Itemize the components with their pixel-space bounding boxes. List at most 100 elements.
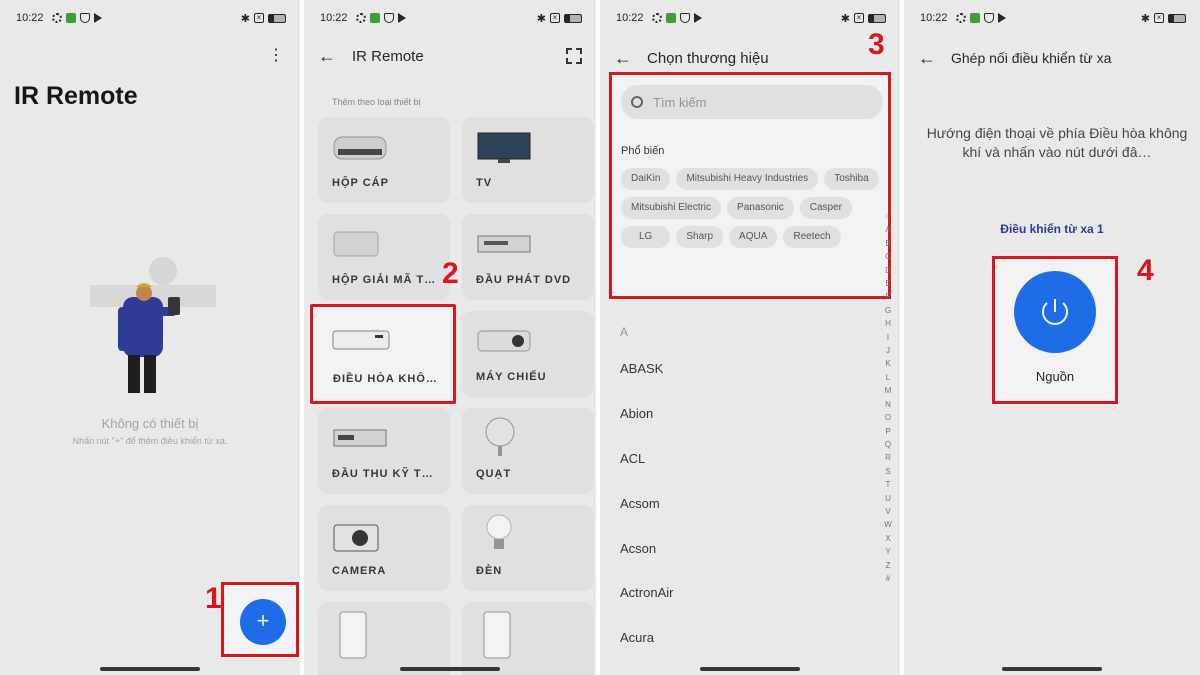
alphabet-index-letter[interactable]: Q	[883, 438, 893, 451]
alphabet-index-letter[interactable]: X	[883, 532, 893, 545]
settings-status-icon	[355, 13, 366, 23]
tile-light[interactable]: ĐÈN	[462, 505, 594, 591]
brand-chip[interactable]: Toshiba	[824, 168, 879, 190]
brand-list-item[interactable]: ACL	[620, 451, 645, 466]
tile-camera[interactable]: CAMERA	[318, 505, 450, 591]
brand-list-item[interactable]: ActronAir	[620, 585, 673, 600]
alphabet-index-letter[interactable]: E	[883, 277, 893, 290]
app-status-icon	[65, 13, 76, 23]
tile-cable-box[interactable]: HỘP CÁP	[318, 117, 450, 203]
brand-chip[interactable]: Mitsubishi Heavy Industries	[676, 168, 819, 190]
shield-status-icon	[79, 13, 90, 23]
back-arrow-icon[interactable]: ←	[614, 48, 632, 69]
sim-off-icon: ×	[254, 13, 264, 23]
more-vertical-icon[interactable]: ⋮	[268, 48, 284, 64]
alphabet-index-letter[interactable]: Z	[883, 559, 893, 572]
battery-icon	[564, 13, 582, 23]
fan-icon	[485, 417, 515, 456]
alphabet-index-letter[interactable]: I	[883, 331, 893, 344]
empty-state-illustration	[90, 257, 216, 393]
alphabet-index[interactable]: ☆ A B C D E F G H I J K L M N O P Q R S T U V W X Y Z #	[883, 210, 893, 585]
add-remote-button[interactable]: +	[240, 599, 286, 645]
brand-list-item[interactable]: Acura	[620, 630, 654, 645]
water-heater-icon	[483, 611, 511, 659]
cable-box-icon	[333, 136, 387, 160]
brand-chip[interactable]: Mitsubishi Electric	[621, 197, 722, 219]
tile-label: MÁY CHIẾU	[476, 371, 547, 383]
brand-chip[interactable]: Sharp	[676, 226, 724, 248]
tile-dvd-player[interactable]: ĐẦU PHÁT DVD	[462, 214, 594, 300]
alphabet-index-letter[interactable]: N	[883, 398, 893, 411]
screen-pair-remote: 10:22 ✱ × ← Ghép nối điều khiển từ xa Hư…	[904, 0, 1200, 675]
page-title: Chọn thương hiệu	[647, 50, 769, 67]
camera-icon	[333, 524, 379, 552]
brand-chip[interactable]: DaiKin	[621, 168, 671, 190]
alphabet-index-letter[interactable]: U	[883, 492, 893, 505]
alphabet-index-letter[interactable]: S	[883, 465, 893, 478]
search-input[interactable]: Tìm kiếm	[621, 85, 883, 119]
alphabet-index-letter[interactable]: W	[883, 518, 893, 531]
tile-tv[interactable]: TV	[462, 117, 594, 203]
alphabet-index-letter[interactable]: Y	[883, 545, 893, 558]
brand-chip[interactable]: Reetech	[783, 226, 841, 248]
bluetooth-icon: ✱	[1140, 12, 1150, 25]
tile-water-heater[interactable]	[462, 602, 594, 675]
tile-satellite-receiver[interactable]: ĐẦU THU KỸ T…	[318, 408, 450, 494]
tile-air-conditioner[interactable]: ĐIỀU HÒA KHÔ…	[310, 304, 456, 404]
alphabet-index-letter[interactable]: K	[883, 357, 893, 370]
screen-choose-brand: 10:22 ✱ × ← Chọn thương hiệu 3 Tìm kiếm …	[600, 0, 900, 675]
brand-list-item[interactable]: Abion	[620, 406, 653, 421]
back-arrow-icon[interactable]: ←	[318, 46, 336, 67]
alphabet-index-letter[interactable]: G	[883, 304, 893, 317]
alphabet-index-letter[interactable]: R	[883, 451, 893, 464]
alphabet-index-letter[interactable]: L	[883, 371, 893, 384]
alphabet-index-letter[interactable]: M	[883, 384, 893, 397]
alphabet-index-letter[interactable]: P	[883, 425, 893, 438]
search-placeholder: Tìm kiếm	[653, 94, 707, 110]
highlight-box-power: Nguồn	[992, 256, 1118, 404]
tv-icon	[477, 132, 531, 163]
tile-label: ĐẦU PHÁT DVD	[476, 274, 572, 286]
tile-decoder[interactable]: HỘP GIẢI MÃ T…	[318, 214, 450, 300]
pairing-instruction: Hướng điện thoại về phía Điều hòa không …	[926, 125, 1188, 160]
tile-air-purifier[interactable]	[318, 602, 450, 675]
step-number-3: 3	[868, 28, 885, 61]
alphabet-index-letter[interactable]: H	[883, 317, 893, 330]
status-bar: 10:22 ✱ ×	[16, 10, 286, 26]
brand-chip[interactable]: AQUA	[729, 226, 778, 248]
brand-chip[interactable]: Casper	[799, 197, 852, 219]
alphabet-index-letter[interactable]: T	[883, 478, 893, 491]
empty-state-title: Không có thiết bị	[101, 416, 199, 431]
alphabet-index-letter[interactable]: C	[883, 250, 893, 263]
alphabet-index-letter[interactable]: D	[883, 264, 893, 277]
alphabet-index-letter[interactable]: V	[883, 505, 893, 518]
status-time: 10:22	[616, 12, 644, 24]
power-button[interactable]	[1014, 271, 1096, 353]
tile-label: HỘP CÁP	[332, 177, 389, 189]
scan-icon[interactable]	[566, 48, 582, 64]
popular-brand-chips: DaiKin Mitsubishi Heavy Industries Toshi…	[621, 168, 883, 248]
step-number-2: 2	[442, 257, 459, 290]
alphabet-index-letter[interactable]: ☆	[883, 210, 893, 223]
shield-status-icon	[983, 13, 994, 23]
search-icon	[631, 96, 643, 108]
decoder-icon	[333, 231, 379, 257]
tile-projector[interactable]: MÁY CHIẾU	[462, 311, 594, 397]
alphabet-index-letter[interactable]: B	[883, 237, 893, 250]
alphabet-index-letter[interactable]: F	[883, 290, 893, 303]
brand-chip[interactable]: Panasonic	[727, 197, 794, 219]
play-store-status-icon	[93, 13, 102, 23]
tile-fan[interactable]: QUẠT	[462, 408, 594, 494]
alphabet-index-letter[interactable]: #	[883, 572, 893, 585]
alphabet-index-letter[interactable]: O	[883, 411, 893, 424]
page-title: IR Remote	[14, 82, 138, 110]
alphabet-index-letter[interactable]: A	[883, 223, 893, 236]
bluetooth-icon: ✱	[240, 12, 250, 25]
tile-label: QUẠT	[476, 468, 512, 480]
brand-list-item[interactable]: Acson	[620, 541, 656, 556]
back-arrow-icon[interactable]: ←	[918, 48, 936, 69]
brand-chip[interactable]: LG	[621, 226, 671, 248]
alphabet-index-letter[interactable]: J	[883, 344, 893, 357]
brand-list-item[interactable]: ABASK	[620, 361, 663, 376]
brand-list-item[interactable]: Acsom	[620, 496, 660, 511]
